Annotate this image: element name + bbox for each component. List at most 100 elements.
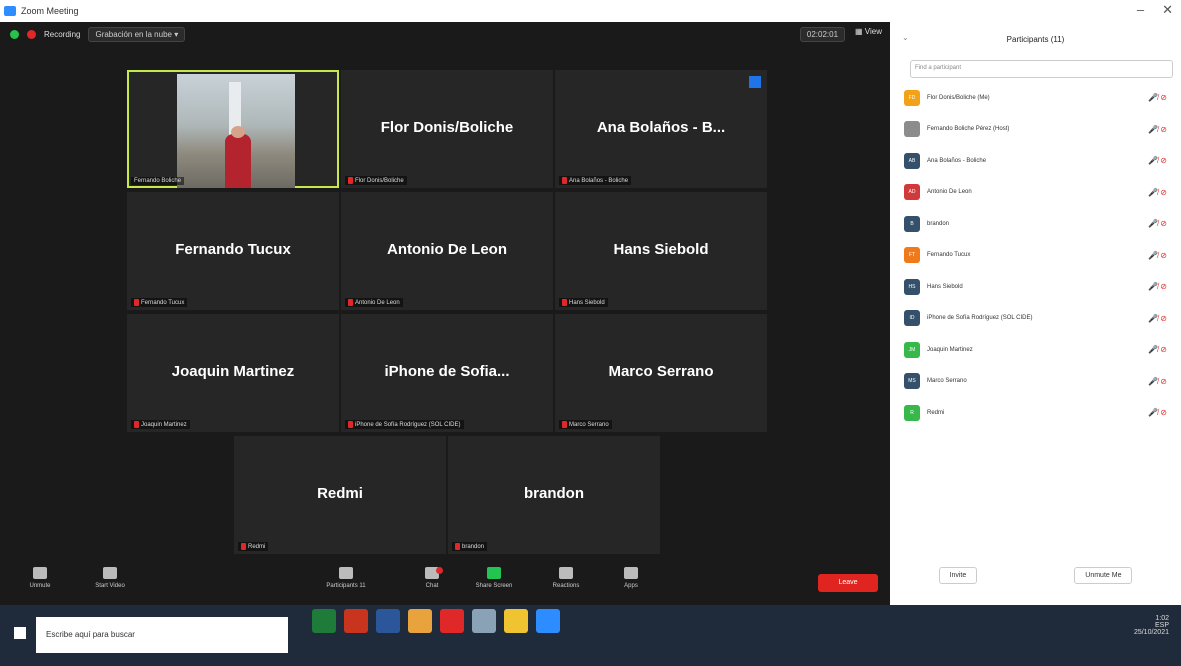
participant-name: Flor Donis/Boliche (Me) xyxy=(927,94,990,101)
meeting-toolbar: Unmute Start Video Participants 11 Chat … xyxy=(0,565,890,605)
unmute-button[interactable]: Unmute xyxy=(14,567,66,589)
tile-caption: Hans Siebold xyxy=(559,298,608,307)
tile-caption: Flor Donis/Boliche xyxy=(345,176,407,185)
video-tile-brandon[interactable]: brandon brandon xyxy=(448,436,660,554)
participant-row[interactable]: Fernando Boliche Pérez (Host) 🎤̸ ⊘ xyxy=(890,114,1181,146)
mic-video-muted-icon: 🎤̸ ⊘ xyxy=(1148,219,1167,228)
tile-caption: Fernando Boliche xyxy=(131,177,185,185)
windows-taskbar: Escribe aquí para buscar 1:02 ESP 25/10/… xyxy=(0,605,1181,666)
windows-start-icon[interactable] xyxy=(14,627,26,639)
participant-row[interactable]: Bbrandon 🎤̸ ⊘ xyxy=(890,208,1181,240)
tile-caption: Ana Bolaños - Boliche xyxy=(559,176,632,185)
mic-video-muted-icon: 🎤̸ ⊘ xyxy=(1148,408,1167,417)
tile-caption: Antonio De Leon xyxy=(345,298,403,307)
window-title: Zoom Meeting xyxy=(21,6,79,16)
tile-name: brandon xyxy=(524,484,584,502)
recording-dropdown[interactable]: Grabación en la nube ▾ xyxy=(88,26,186,42)
meeting-timer: 02:02:01 xyxy=(799,27,846,42)
participant-row[interactable]: JM Joaquin Martinez 🎤̸ ⊘ xyxy=(890,334,1181,366)
zoom-app-icon xyxy=(4,6,16,16)
recording-label: Recording xyxy=(44,29,81,39)
tray-time: 1:02 xyxy=(1155,615,1169,622)
meeting-area: Recording Grabación en la nube ▾ 02:02:0… xyxy=(0,22,890,605)
participant-name: Antonio De Leon xyxy=(927,189,972,196)
mic-muted-icon xyxy=(33,567,47,579)
participant-row[interactable]: R Redmi 🎤̸ ⊘ xyxy=(890,397,1181,429)
video-tile-flor[interactable]: Flor Donis/Boliche Flor Donis/Boliche xyxy=(341,70,553,188)
participant-search-input[interactable]: Find a participant xyxy=(910,60,1173,78)
chat-button[interactable]: Chat xyxy=(406,567,458,589)
avatar: ID xyxy=(904,310,920,327)
video-tile-redmi[interactable]: Redmi Redmi xyxy=(234,436,446,554)
zoom-taskbar-icon[interactable] xyxy=(536,609,560,633)
panel-title: Participants (11) xyxy=(1006,34,1065,44)
app-icon[interactable] xyxy=(472,609,496,633)
word-icon[interactable] xyxy=(376,609,400,633)
participant-row[interactable]: FT Fernando Tucux 🎤̸ ⊘ xyxy=(890,240,1181,272)
apps-icon xyxy=(624,567,638,579)
participant-name: iPhone de Sofía Rodríguez (SOL CIDE) xyxy=(927,315,1033,322)
leave-button[interactable]: Leave xyxy=(818,574,878,592)
recording-icon xyxy=(27,29,36,39)
video-tile-marco[interactable]: Marco Serrano Marco Serrano xyxy=(555,314,767,432)
participant-row[interactable]: AD Antonio De Leon 🎤̸ ⊘ xyxy=(890,177,1181,209)
mic-muted-icon xyxy=(562,299,567,306)
close-button[interactable]: ✕ xyxy=(1162,2,1173,18)
participant-video xyxy=(177,74,295,188)
tray-date: 25/10/2021 xyxy=(1133,629,1169,636)
video-tile-ana[interactable]: Ana Bolaños - B... Ana Bolaños - Boliche xyxy=(555,70,767,188)
active-indicator-icon xyxy=(749,76,761,88)
video-tile-joaquin[interactable]: Joaquin Martinez Joaquin Martinez xyxy=(127,314,339,432)
reactions-button[interactable]: Reactions xyxy=(540,567,592,589)
video-tile-iphone[interactable]: iPhone de Sofia... iPhone de Sofía Rodrí… xyxy=(341,314,553,432)
mic-video-muted-icon: 🎤̸ ⊘ xyxy=(1148,156,1167,165)
video-tile-fernando[interactable]: Fernando Boliche xyxy=(127,70,339,188)
tile-name: Ana Bolaños - B... xyxy=(596,118,726,136)
participant-row[interactable]: HS Hans Siebold 🎤̸ ⊘ xyxy=(890,271,1181,303)
system-tray: 1:02 ESP 25/10/2021 xyxy=(1134,615,1169,636)
acrobat-icon[interactable] xyxy=(440,609,464,633)
participant-row[interactable]: AB Ana Bolaños - Boliche 🎤̸ ⊘ xyxy=(890,145,1181,177)
minimize-button[interactable]: – xyxy=(1137,2,1144,18)
excel-icon[interactable] xyxy=(312,609,336,633)
video-tile-hans[interactable]: Hans Siebold Hans Siebold xyxy=(555,192,767,310)
mic-muted-icon xyxy=(241,543,246,550)
participant-name: Joaquin Martinez xyxy=(927,346,973,353)
participants-button[interactable]: Participants 11 xyxy=(320,567,372,589)
participant-row[interactable]: MS Marco Serrano 🎤̸ ⊘ xyxy=(890,366,1181,398)
mic-video-muted-icon: 🎤̸ ⊘ xyxy=(1148,250,1167,260)
chrome-icon[interactable] xyxy=(408,609,432,633)
panel-header: ⌄ Participants (11) xyxy=(890,22,1181,56)
avatar: FT xyxy=(904,247,920,264)
start-video-button[interactable]: Start Video xyxy=(84,567,136,589)
participant-name: Marco Serrano xyxy=(927,378,967,385)
chat-notification-badge xyxy=(436,567,443,574)
view-button[interactable]: ▦ View xyxy=(855,27,882,42)
chevron-down-icon[interactable]: ⌄ xyxy=(902,33,909,42)
powerpoint-icon[interactable] xyxy=(344,609,368,633)
participant-name: Hans Siebold xyxy=(927,283,963,290)
invite-button[interactable]: Invite xyxy=(938,567,978,584)
tile-name: Marco Serrano xyxy=(608,362,714,380)
apps-button[interactable]: Apps xyxy=(605,567,657,589)
tile-caption: Fernando Tucux xyxy=(131,298,188,307)
avatar: R xyxy=(904,404,920,421)
mic-muted-icon xyxy=(562,421,567,428)
tile-name: Hans Siebold xyxy=(613,240,709,258)
taskbar-search[interactable]: Escribe aquí para buscar xyxy=(36,617,288,653)
share-screen-button[interactable]: Share Screen xyxy=(468,567,520,589)
video-tile-antonio[interactable]: Antonio De Leon Antonio De Leon xyxy=(341,192,553,310)
mic-video-muted-icon: 🎤̸ ⊘ xyxy=(1148,124,1167,134)
file-explorer-icon[interactable] xyxy=(504,609,528,633)
video-tile-fernando-tucux[interactable]: Fernando Tucux Fernando Tucux xyxy=(127,192,339,310)
avatar: AD xyxy=(904,184,920,201)
participants-icon xyxy=(339,567,353,579)
mic-muted-icon xyxy=(348,299,353,306)
unmute-me-button[interactable]: Unmute Me xyxy=(1074,567,1133,584)
tray-lang: ESP xyxy=(1154,622,1169,629)
encryption-shield-icon[interactable] xyxy=(10,29,19,39)
participant-name: Fernando Boliche Pérez (Host) xyxy=(927,126,1010,133)
participant-row[interactable]: FD Flor Donis/Boliche (Me) 🎤̸ ⊘ xyxy=(890,82,1181,114)
participant-row[interactable]: ID iPhone de Sofía Rodríguez (SOL CIDE) 🎤̸… xyxy=(890,303,1181,335)
title-bar: Zoom Meeting – ✕ xyxy=(0,0,1181,22)
